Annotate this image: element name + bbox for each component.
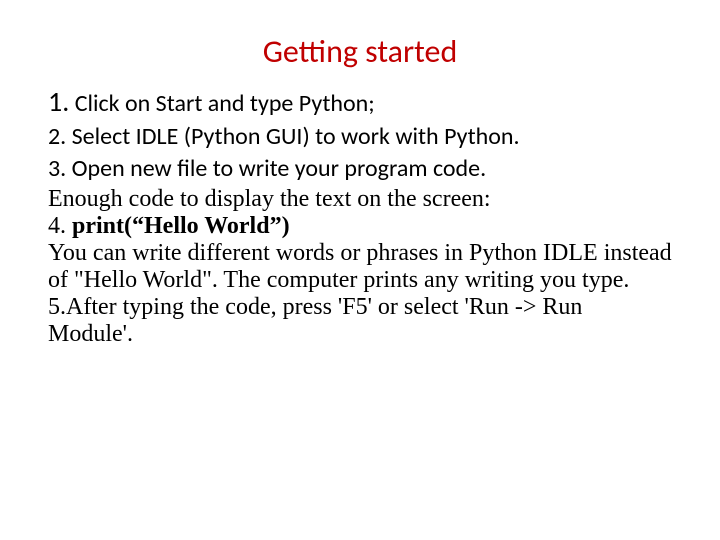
description-text: Enough code to display the text on the s… <box>48 186 672 213</box>
step-1-number: 1. <box>48 84 69 119</box>
step-1-text: Click on Start and type Python; <box>69 89 374 118</box>
step-4-prefix: 4. <box>48 213 72 239</box>
code-example: print(“Hello World”) <box>72 213 290 239</box>
step-4: 4. print(“Hello World”) <box>48 213 672 240</box>
slide-title: Getting started <box>48 32 672 71</box>
explanation-text: You can write different words or phrases… <box>48 240 672 294</box>
step-1: 1. Click on Start and type Python; <box>48 83 672 121</box>
step-3: 3. Open new file to write your program c… <box>48 153 672 185</box>
step-5: 5.After typing the code, press 'F5' or s… <box>48 294 672 348</box>
step-2: 2. Select IDLE (Python GUI) to work with… <box>48 121 672 153</box>
